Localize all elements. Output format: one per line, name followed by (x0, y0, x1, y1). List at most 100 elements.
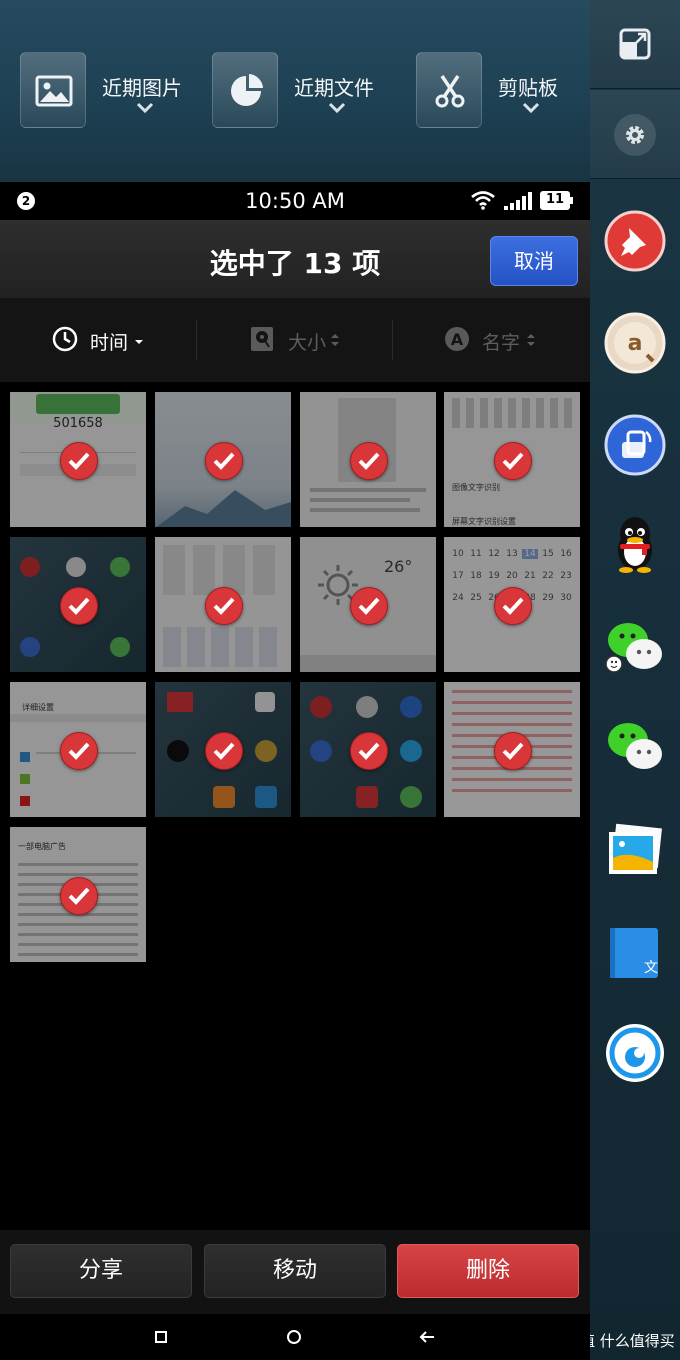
screen-rotate-app-icon[interactable] (604, 414, 666, 476)
calendar-day: 30 (560, 593, 572, 603)
thumb-text: 一部电脑广告 (18, 842, 66, 851)
sort-by-size[interactable]: 大小 (250, 322, 350, 358)
calendar-day: 19 (488, 571, 500, 581)
image-grid: 501658 图像文字识别 屏幕文字识别设置 26° 10 11 12 13 1… (0, 382, 590, 1232)
selected-check-icon[interactable] (494, 732, 532, 770)
wifi-icon (471, 191, 495, 210)
browser-app-icon[interactable] (604, 1022, 666, 1084)
calendar-day: 15 (542, 549, 554, 559)
wechat-clone-app-icon[interactable] (604, 614, 666, 676)
svg-text:a: a (628, 331, 643, 356)
divider (196, 320, 197, 360)
storage-icon (251, 327, 273, 351)
gallery-app-icon[interactable] (604, 820, 666, 882)
selected-check-icon[interactable] (350, 587, 388, 625)
sort-updown-icon (527, 334, 535, 346)
recent-images-label: 近期图片 (102, 76, 182, 100)
selected-check-icon[interactable] (60, 732, 98, 770)
calendar-day: 21 (524, 571, 536, 581)
calendar-day: 13 (506, 549, 518, 559)
selected-check-icon[interactable] (494, 442, 532, 480)
selected-check-icon[interactable] (60, 587, 98, 625)
battery-indicator: 11 (540, 191, 573, 210)
recent-images-shortcut[interactable]: 近期图片 (20, 52, 200, 130)
settings-button[interactable] (590, 90, 680, 179)
status-time: 10:50 AM (245, 189, 345, 213)
calendar-day: 12 (488, 549, 500, 559)
selected-check-icon[interactable] (205, 587, 243, 625)
amazon-app-icon[interactable]: a (604, 312, 666, 374)
selected-check-icon[interactable] (60, 877, 98, 915)
sort-by-time[interactable]: 时间 (52, 322, 152, 358)
back-icon[interactable] (418, 1329, 436, 1345)
svg-text:文: 文 (644, 960, 658, 976)
weather-temp: 26° (384, 557, 413, 576)
side-dock: a 文 值 值 什么值得买 (554, 0, 680, 1360)
window-resize-button[interactable] (590, 0, 680, 89)
sort-bar: 时间 大小 A 名字 (0, 298, 590, 382)
recent-files-shortcut[interactable]: 近期文件 (212, 52, 392, 130)
navigation-bar (0, 1314, 590, 1360)
action-bar: 分享 移动 删除 (0, 1230, 590, 1314)
selected-check-icon[interactable] (60, 442, 98, 480)
thumb-text: 详细设置 (22, 703, 54, 712)
pin-app-icon[interactable] (604, 210, 666, 272)
thumb-subtext: 屏幕文字识别设置 (452, 517, 516, 526)
home-icon[interactable] (286, 1329, 302, 1345)
thumb-text: 501658 (53, 416, 103, 431)
selected-check-icon[interactable] (350, 442, 388, 480)
scissors-icon (416, 52, 482, 128)
watermark-text: 值 什么值得买 (580, 1332, 675, 1350)
move-button[interactable]: 移动 (204, 1244, 386, 1298)
clipboard-label: 剪贴板 (498, 76, 558, 100)
selected-check-icon[interactable] (350, 732, 388, 770)
gear-icon (626, 126, 644, 144)
qq-app-icon[interactable] (604, 512, 666, 574)
recents-icon[interactable] (154, 1330, 168, 1344)
sort-arrow-icon (135, 340, 143, 344)
pie-chart-icon (212, 52, 278, 128)
calendar-day: 23 (560, 571, 572, 581)
phone-screen: 2 10:50 AM 11 选中了 13 项 取消 时间 大小 A 名字 501… (0, 182, 590, 1360)
selected-check-icon[interactable] (205, 442, 243, 480)
clock-icon (52, 326, 78, 352)
battery-level: 11 (545, 192, 565, 207)
sort-time-label: 时间 (90, 332, 129, 354)
calendar-day: 20 (506, 571, 518, 581)
wechat-app-icon[interactable] (604, 714, 666, 776)
recent-files-label: 近期文件 (294, 76, 374, 100)
calendar-day: 11 (470, 549, 482, 559)
selected-check-icon[interactable] (494, 587, 532, 625)
letter-a-icon: A (445, 327, 469, 351)
calendar-day: 17 (452, 571, 464, 581)
svg-text:A: A (451, 330, 464, 349)
chevron-down-icon (522, 102, 540, 114)
calendar-day: 10 (452, 549, 464, 559)
calendar-day: 24 (452, 593, 464, 603)
calendar-day: 18 (470, 571, 482, 581)
calendar-day: 16 (560, 549, 572, 559)
translate-app-icon[interactable]: 文 (604, 922, 666, 984)
chevron-down-icon (328, 102, 346, 114)
delete-button[interactable]: 删除 (397, 1244, 579, 1298)
chevron-down-icon (136, 102, 154, 114)
sort-by-name[interactable]: A 名字 (444, 322, 544, 358)
calendar-day: 22 (542, 571, 554, 581)
calendar-day: 29 (542, 593, 554, 603)
shortcut-bar: 近期图片 近期文件 剪贴板 (0, 0, 590, 182)
divider (392, 320, 393, 360)
status-bar: 2 10:50 AM 11 (0, 182, 590, 220)
sort-name-label: 名字 (482, 332, 521, 354)
calendar-day: 14 (522, 549, 538, 559)
window-resize-icon (619, 28, 651, 60)
thumb-text: 图像文字识别 (452, 483, 500, 492)
selected-check-icon[interactable] (205, 732, 243, 770)
share-button[interactable]: 分享 (10, 1244, 192, 1298)
clipboard-shortcut[interactable]: 剪贴板 (416, 52, 586, 130)
cancel-button[interactable]: 取消 (490, 236, 578, 286)
selection-header: 选中了 13 项 取消 (0, 220, 590, 298)
sort-updown-icon (331, 334, 339, 346)
sort-size-label: 大小 (288, 332, 327, 354)
calendar-day: 25 (470, 593, 482, 603)
image-icon (20, 52, 86, 128)
